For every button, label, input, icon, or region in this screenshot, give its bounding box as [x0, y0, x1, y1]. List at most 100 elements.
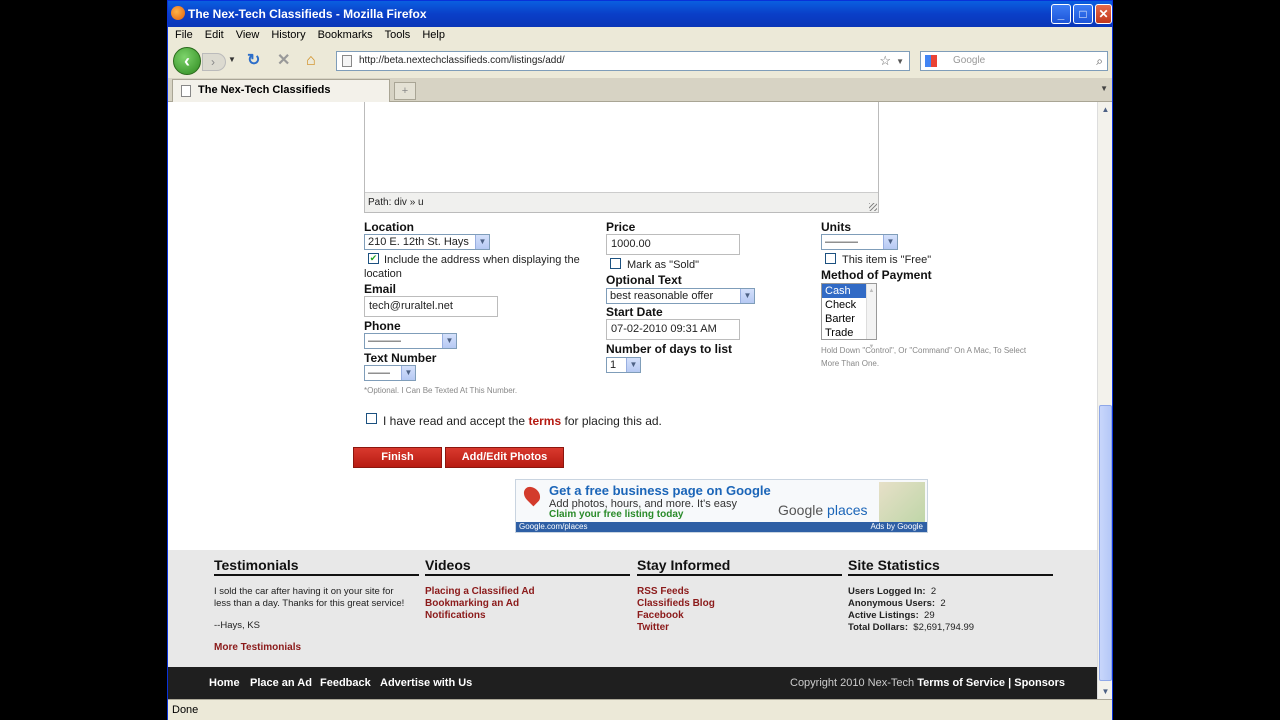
search-icon[interactable]: ⌕ [1096, 52, 1103, 70]
chevron-down-icon[interactable]: ▼ [626, 358, 640, 372]
ads-by-google[interactable]: Ads by Google [871, 522, 923, 532]
terms-checkbox[interactable] [366, 413, 377, 424]
chevron-down-icon[interactable]: ▼ [475, 235, 489, 249]
stat-label: Total Dollars: [848, 622, 908, 633]
optional-text-value: best reasonable offer [610, 290, 714, 302]
description-editor[interactable]: Path: div » u [364, 102, 879, 213]
editor-path: Path: div » u [368, 197, 424, 208]
video-link-bookmarking[interactable]: Bookmarking an Ad [425, 598, 519, 609]
video-link-notifications[interactable]: Notifications [425, 610, 486, 621]
nav-home-link[interactable]: Home [209, 677, 240, 689]
text-number-select[interactable]: —— ▼ [364, 365, 416, 381]
search-input[interactable]: Google ⌕ [920, 51, 1108, 71]
close-button[interactable]: ✕ [1095, 4, 1112, 24]
url-dropdown-icon[interactable]: ▼ [896, 53, 904, 71]
url-bar[interactable]: http://beta.nextechclassifieds.com/listi… [336, 51, 910, 71]
start-date-field[interactable]: 07-02-2010 09:31 AM [606, 319, 740, 340]
scrollbar-thumb[interactable] [1099, 405, 1112, 681]
include-address-checkbox[interactable]: ✔ [368, 253, 379, 264]
payment-hint-line1: Hold Down "Control", Or "Command" On A M… [821, 346, 1027, 355]
blog-link[interactable]: Classifieds Blog [637, 598, 715, 609]
price-field[interactable]: 1000.00 [606, 234, 740, 255]
forward-button[interactable]: › [202, 53, 226, 71]
page-scrollbar[interactable]: ▲ ▼ [1097, 102, 1112, 699]
chevron-down-icon[interactable]: ▼ [401, 366, 415, 380]
menu-view[interactable]: View [229, 27, 265, 41]
mark-sold-label: Mark as "Sold" [627, 259, 699, 271]
chevron-down-icon[interactable]: ▼ [442, 334, 456, 348]
navigation-toolbar: ‹ › ▼ ↻ ✕ ⌂ http://beta.nextechclassifie… [168, 45, 1112, 77]
stat-value: 2 [940, 598, 946, 609]
add-edit-photos-button[interactable]: Add/Edit Photos [445, 447, 564, 468]
nav-place-ad-link[interactable]: Place an Ad [250, 677, 312, 689]
days-select[interactable]: 1 ▼ [606, 357, 641, 373]
chevron-down-icon[interactable]: ▼ [883, 235, 897, 249]
bookmark-star-icon[interactable]: ☆ [879, 52, 891, 70]
tab-bar: The Nex-Tech Classifieds + ▼ [168, 78, 1112, 102]
chevron-down-icon[interactable]: ▼ [740, 289, 754, 303]
terms-of-service-link[interactable]: Terms of Service [917, 677, 1005, 689]
tab-title: The Nex-Tech Classifieds [198, 84, 331, 96]
units-value: ——— [825, 236, 858, 248]
reload-icon[interactable]: ↻ [247, 53, 260, 69]
resize-grip-icon[interactable] [869, 203, 877, 211]
google-engine-icon[interactable] [925, 55, 937, 67]
menu-help[interactable]: Help [415, 27, 450, 41]
tab-nextech-classifieds[interactable]: The Nex-Tech Classifieds [172, 79, 390, 102]
twitter-link[interactable]: Twitter [637, 622, 669, 633]
location-select[interactable]: 210 E. 12th St. Hays ▼ [364, 234, 490, 250]
nav-feedback-link[interactable]: Feedback [320, 677, 371, 689]
nav-advertise-link[interactable]: Advertise with Us [380, 677, 472, 689]
brand-places: places [827, 502, 868, 518]
days-label: Number of days to list [606, 342, 733, 356]
payment-method-listbox[interactable]: Cash Check Barter Trade ▲ ▼ [821, 283, 877, 350]
ad-headline[interactable]: Get a free business page on Google [549, 483, 771, 498]
tab-list-icon[interactable]: ▼ [1100, 84, 1108, 93]
ad-line2[interactable]: Claim your free listing today [549, 509, 683, 520]
optional-text-select[interactable]: best reasonable offer ▼ [606, 288, 755, 304]
free-item-checkbox[interactable] [825, 253, 836, 264]
ad-footer: Google.com/places Ads by Google [516, 522, 927, 532]
ad-domain[interactable]: Google.com/places [519, 522, 587, 531]
terms-link[interactable]: terms [528, 414, 561, 428]
menu-bar: File Edit View History Bookmarks Tools Help [168, 27, 1112, 45]
home-icon[interactable]: ⌂ [306, 53, 316, 69]
finish-button[interactable]: Finish [353, 447, 442, 468]
email-field[interactable]: tech@ruraltel.net [364, 296, 498, 317]
menu-edit[interactable]: Edit [198, 27, 229, 41]
listbox-scrollbar[interactable]: ▲ ▼ [866, 284, 876, 350]
status-bar: Done [168, 699, 1112, 720]
minimize-button[interactable]: _ [1051, 4, 1071, 24]
menu-history[interactable]: History [264, 27, 310, 41]
rss-feeds-link[interactable]: RSS Feeds [637, 586, 689, 597]
text-number-value: —— [368, 367, 390, 379]
scroll-down-icon[interactable]: ▼ [1098, 684, 1113, 699]
phone-select[interactable]: ——— ▼ [364, 333, 457, 349]
back-button[interactable]: ‹ [173, 47, 201, 75]
more-testimonials-link[interactable]: More Testimonials [214, 642, 301, 653]
maximize-button[interactable]: □ [1073, 4, 1093, 24]
history-dropdown-icon[interactable]: ▼ [228, 55, 236, 64]
location-label: Location [364, 220, 414, 234]
phone-value: ——— [368, 335, 401, 347]
testimonial-line1: I sold the car after having it on your s… [214, 586, 394, 597]
menu-tools[interactable]: Tools [378, 27, 416, 41]
brand-google: Google [778, 502, 824, 518]
sponsors-link[interactable]: Sponsors [1014, 677, 1065, 689]
testimonial-author: --Hays, KS [214, 620, 260, 631]
stop-icon[interactable]: ✕ [277, 53, 290, 69]
stay-informed-heading: Stay Informed [637, 557, 842, 576]
copyright-text: Copyright 2010 Nex-Tech [790, 677, 915, 689]
facebook-link[interactable]: Facebook [637, 610, 684, 621]
google-places-logo: Google places [778, 502, 868, 518]
scroll-up-icon[interactable]: ▲ [1098, 102, 1113, 117]
mark-sold-checkbox[interactable] [610, 258, 621, 269]
google-places-ad[interactable]: Get a free business page on Google Add p… [515, 479, 928, 533]
new-tab-button[interactable]: + [394, 82, 416, 100]
menu-bookmarks[interactable]: Bookmarks [311, 27, 378, 41]
video-link-placing[interactable]: Placing a Classified Ad [425, 586, 535, 597]
status-text: Done [172, 704, 199, 716]
units-select[interactable]: ——— ▼ [821, 234, 898, 250]
firefox-icon [171, 6, 185, 20]
menu-file[interactable]: File [168, 27, 198, 41]
